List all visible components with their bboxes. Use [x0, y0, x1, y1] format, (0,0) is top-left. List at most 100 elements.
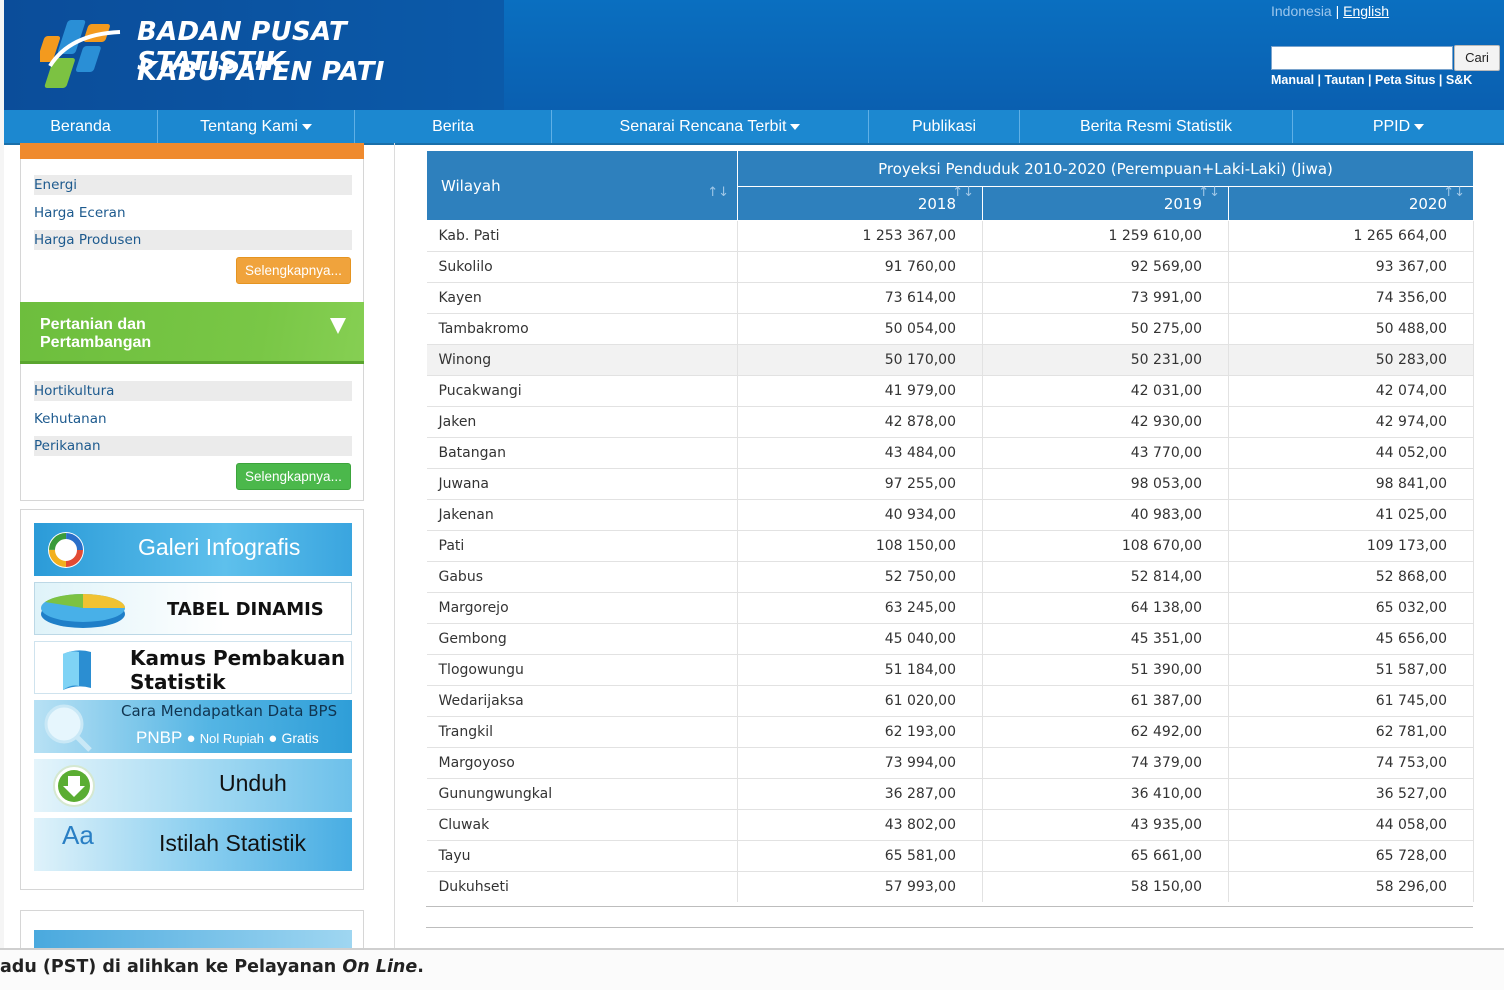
cell-region: Gunungwungkal — [426, 778, 738, 810]
nav-item-senarai[interactable]: Senarai Rencana Terbit — [552, 110, 869, 143]
sidebar-link-hortikultura[interactable]: Hortikultura — [34, 381, 352, 401]
cell-value: 52 868,00 — [1228, 561, 1475, 593]
category-header-pertanian[interactable]: Pertanian dan Pertambangan — [20, 302, 364, 364]
banner-tabel-dinamis[interactable]: TABEL DINAMIS — [34, 582, 352, 635]
category-header-orange — [20, 143, 364, 159]
sort-icon[interactable]: ↑↓ — [1198, 185, 1220, 200]
banner-unduh[interactable]: Unduh — [34, 759, 352, 812]
cell-value: 41 979,00 — [737, 375, 983, 407]
banner-title: Cara Mendapatkan Data BPS — [121, 702, 338, 720]
caret-down-icon — [790, 123, 801, 130]
cell-value: 52 750,00 — [737, 561, 983, 593]
util-link-tautan[interactable]: Tautan — [1325, 73, 1365, 87]
cell-region: Sukolilo — [426, 251, 738, 283]
banner-istilah-statistik[interactable]: Aa Istilah Statistik — [34, 818, 352, 871]
cell-value: 108 670,00 — [982, 530, 1229, 562]
nav-item-brs[interactable]: Berita Resmi Statistik — [1020, 110, 1293, 143]
cell-value: 45 656,00 — [1228, 623, 1475, 655]
cell-value: 42 031,00 — [982, 375, 1229, 407]
cell-value: 61 745,00 — [1228, 685, 1475, 717]
table-row: Juwana 97 255,00 98 053,00 98 841,00 — [426, 468, 1475, 500]
lang-english-link[interactable]: English — [1343, 3, 1389, 19]
lang-indonesia-link[interactable]: Indonesia — [1271, 3, 1332, 19]
th-year-2018[interactable]: 2018 ↑↓ — [737, 185, 983, 221]
banner-subtitle: PNBP ● Nol Rupiah ● Gratis — [136, 728, 319, 747]
cell-value: 61 020,00 — [737, 685, 983, 717]
banner-cara-mendapatkan-data[interactable]: Cara Mendapatkan Data BPS PNBP ● Nol Rup… — [34, 700, 352, 753]
nav-item-tentang-kami[interactable]: Tentang Kami — [158, 110, 355, 143]
cell-value: 36 527,00 — [1228, 778, 1475, 810]
search-button[interactable]: Cari — [1454, 45, 1500, 71]
th-year-2020[interactable]: 2020 ↑↓ — [1227, 185, 1475, 221]
table-row: Jaken 42 878,00 42 930,00 42 974,00 — [426, 406, 1475, 438]
cell-value: 74 379,00 — [982, 747, 1229, 779]
cell-value: 45 040,00 — [737, 623, 983, 655]
cell-region: Cluwak — [426, 809, 738, 841]
cell-region: Tambakromo — [426, 313, 738, 345]
util-link-manual[interactable]: Manual — [1271, 73, 1314, 87]
cell-value: 73 991,00 — [982, 282, 1229, 314]
nol-rupiah-label: Nol Rupiah — [199, 731, 265, 746]
population-table: Wilayah ↑↓ Proyeksi Penduduk 2010-2020 (… — [426, 150, 1475, 902]
th-label: Wilayah — [441, 176, 501, 195]
sort-icon[interactable]: ↑↓ — [707, 185, 729, 200]
cell-value: 52 814,00 — [982, 561, 1229, 593]
util-link-sk[interactable]: S&K — [1446, 73, 1472, 87]
category-title: Pertanian dan Pertambangan — [40, 316, 151, 352]
table-row: Dukuhseti 57 993,00 58 150,00 58 296,00 — [426, 871, 1475, 902]
sidebar-link-kehutanan[interactable]: Kehutanan — [34, 409, 352, 429]
banner-title: TABEL DINAMIS — [167, 599, 324, 620]
nav-item-beranda[interactable]: Beranda — [4, 110, 158, 143]
cell-value: 1 259 610,00 — [982, 220, 1229, 252]
lang-separator: | — [1331, 3, 1344, 19]
cell-region: Gembong — [426, 623, 738, 655]
istilah-aa-icon: Aa — [62, 820, 94, 850]
download-arrow-icon — [53, 765, 95, 807]
cell-value: 64 138,00 — [982, 592, 1229, 624]
cell-value: 50 283,00 — [1228, 344, 1475, 376]
more-button-orange[interactable]: Selengkapnya... — [236, 257, 351, 284]
ticker-emphasis: On Line — [342, 957, 418, 977]
sort-icon[interactable]: ↑↓ — [1443, 185, 1465, 200]
table-row: Margorejo 63 245,00 64 138,00 65 032,00 — [426, 592, 1475, 624]
banner-galeri-infografis[interactable]: Galeri Infografis — [34, 523, 352, 576]
nav-item-publikasi[interactable]: Publikasi — [869, 110, 1020, 143]
cell-value: 62 193,00 — [737, 716, 983, 748]
main-nav: Beranda Tentang Kami Berita Senarai Renc… — [4, 110, 1504, 145]
cell-region: Margoyoso — [426, 747, 738, 779]
magnifier-icon — [44, 704, 92, 752]
cell-value: 50 275,00 — [982, 313, 1229, 345]
sidebar-link-energi[interactable]: Energi — [34, 175, 352, 195]
th-year-2019[interactable]: 2019 ↑↓ — [982, 185, 1229, 221]
brand-block[interactable]: BADAN PUSAT STATISTIK KABUPATEN PATI — [4, 0, 504, 110]
cell-value: 62 781,00 — [1228, 716, 1475, 748]
banner-kamus-pembakuan[interactable]: Kamus Pembakuan Statistik — [34, 641, 352, 694]
sidebar-link-harga-eceran[interactable]: Harga Eceran — [34, 203, 352, 223]
th-label: 2019 — [1163, 194, 1202, 213]
category-title-line1: Pertanian dan — [40, 316, 146, 333]
nav-item-ppid[interactable]: PPID — [1293, 110, 1504, 143]
bps-logo-icon — [40, 20, 121, 88]
table-row: Gunungwungkal 36 287,00 36 410,00 36 527,00 — [426, 778, 1475, 810]
cell-value: 42 974,00 — [1228, 406, 1475, 438]
more-button-green[interactable]: Selengkapnya... — [236, 463, 351, 490]
nav-label: PPID — [1372, 118, 1411, 135]
banner-partial[interactable] — [34, 930, 352, 950]
nav-label: Senarai Rencana Terbit — [619, 118, 787, 135]
cell-value: 50 054,00 — [737, 313, 983, 345]
cell-region: Jaken — [426, 406, 738, 438]
cell-value: 1 265 664,00 — [1228, 220, 1475, 252]
sidebar-link-harga-produsen[interactable]: Harga Produsen — [34, 230, 352, 250]
sidebar-link-perikanan[interactable]: Perikanan — [34, 436, 352, 456]
cell-value: 42 074,00 — [1228, 375, 1475, 407]
search-input[interactable] — [1271, 46, 1453, 70]
table-row: Wedarijaksa 61 020,00 61 387,00 61 745,00 — [426, 685, 1475, 717]
triangle-down-icon[interactable] — [330, 318, 346, 334]
cell-region: Winong — [426, 344, 738, 376]
th-wilayah[interactable]: Wilayah ↑↓ — [426, 150, 738, 221]
cell-value: 58 296,00 — [1228, 871, 1475, 902]
sort-icon[interactable]: ↑↓ — [952, 185, 974, 200]
nav-item-berita[interactable]: Berita — [355, 110, 552, 143]
table-row: Kab. Pati 1 253 367,00 1 259 610,00 1 265 6… — [426, 220, 1475, 252]
util-link-peta-situs[interactable]: Peta Situs — [1375, 73, 1435, 87]
